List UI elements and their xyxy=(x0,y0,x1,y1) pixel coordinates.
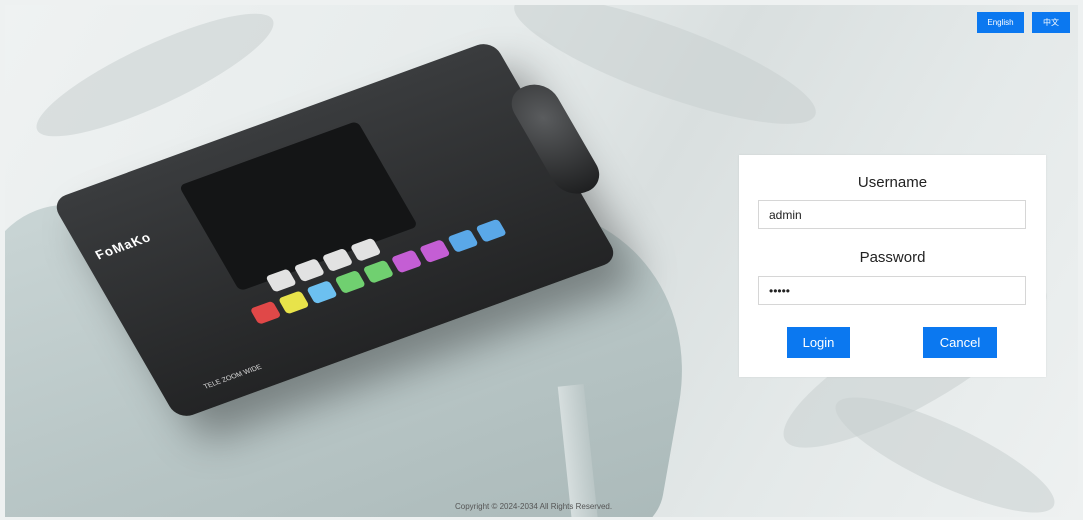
zoom-labels: TELE ZOOM WIDE xyxy=(202,363,264,391)
joystick xyxy=(503,78,608,200)
controller-key xyxy=(362,259,395,284)
login-button[interactable]: Login xyxy=(787,327,850,358)
password-label: Password xyxy=(859,249,926,266)
login-panel: Username Password Login Cancel xyxy=(739,155,1046,377)
brand-logo: FoMaKo xyxy=(92,229,154,263)
username-label: Username xyxy=(857,174,928,191)
controller-key xyxy=(390,249,423,274)
controller-key xyxy=(249,300,282,325)
controller-key xyxy=(418,239,451,264)
controller-key xyxy=(277,290,310,315)
cancel-button[interactable]: Cancel xyxy=(923,327,997,358)
username-input[interactable] xyxy=(758,200,1026,229)
palm-leaf-shadow xyxy=(823,377,1067,517)
copyright-text: Copyright © 2024-2034 All Rights Reserve… xyxy=(455,502,613,511)
controller-key xyxy=(306,280,338,305)
password-input[interactable] xyxy=(758,276,1026,305)
login-page: FoMaKo TELE ZOOM WIDE English 中文 Usernam… xyxy=(0,0,1083,520)
controller-key xyxy=(475,218,508,243)
controller-key xyxy=(447,228,479,253)
chinese-language-button[interactable]: 中文 xyxy=(1032,12,1070,33)
controller-key xyxy=(334,269,367,294)
english-language-button[interactable]: English xyxy=(977,12,1024,33)
